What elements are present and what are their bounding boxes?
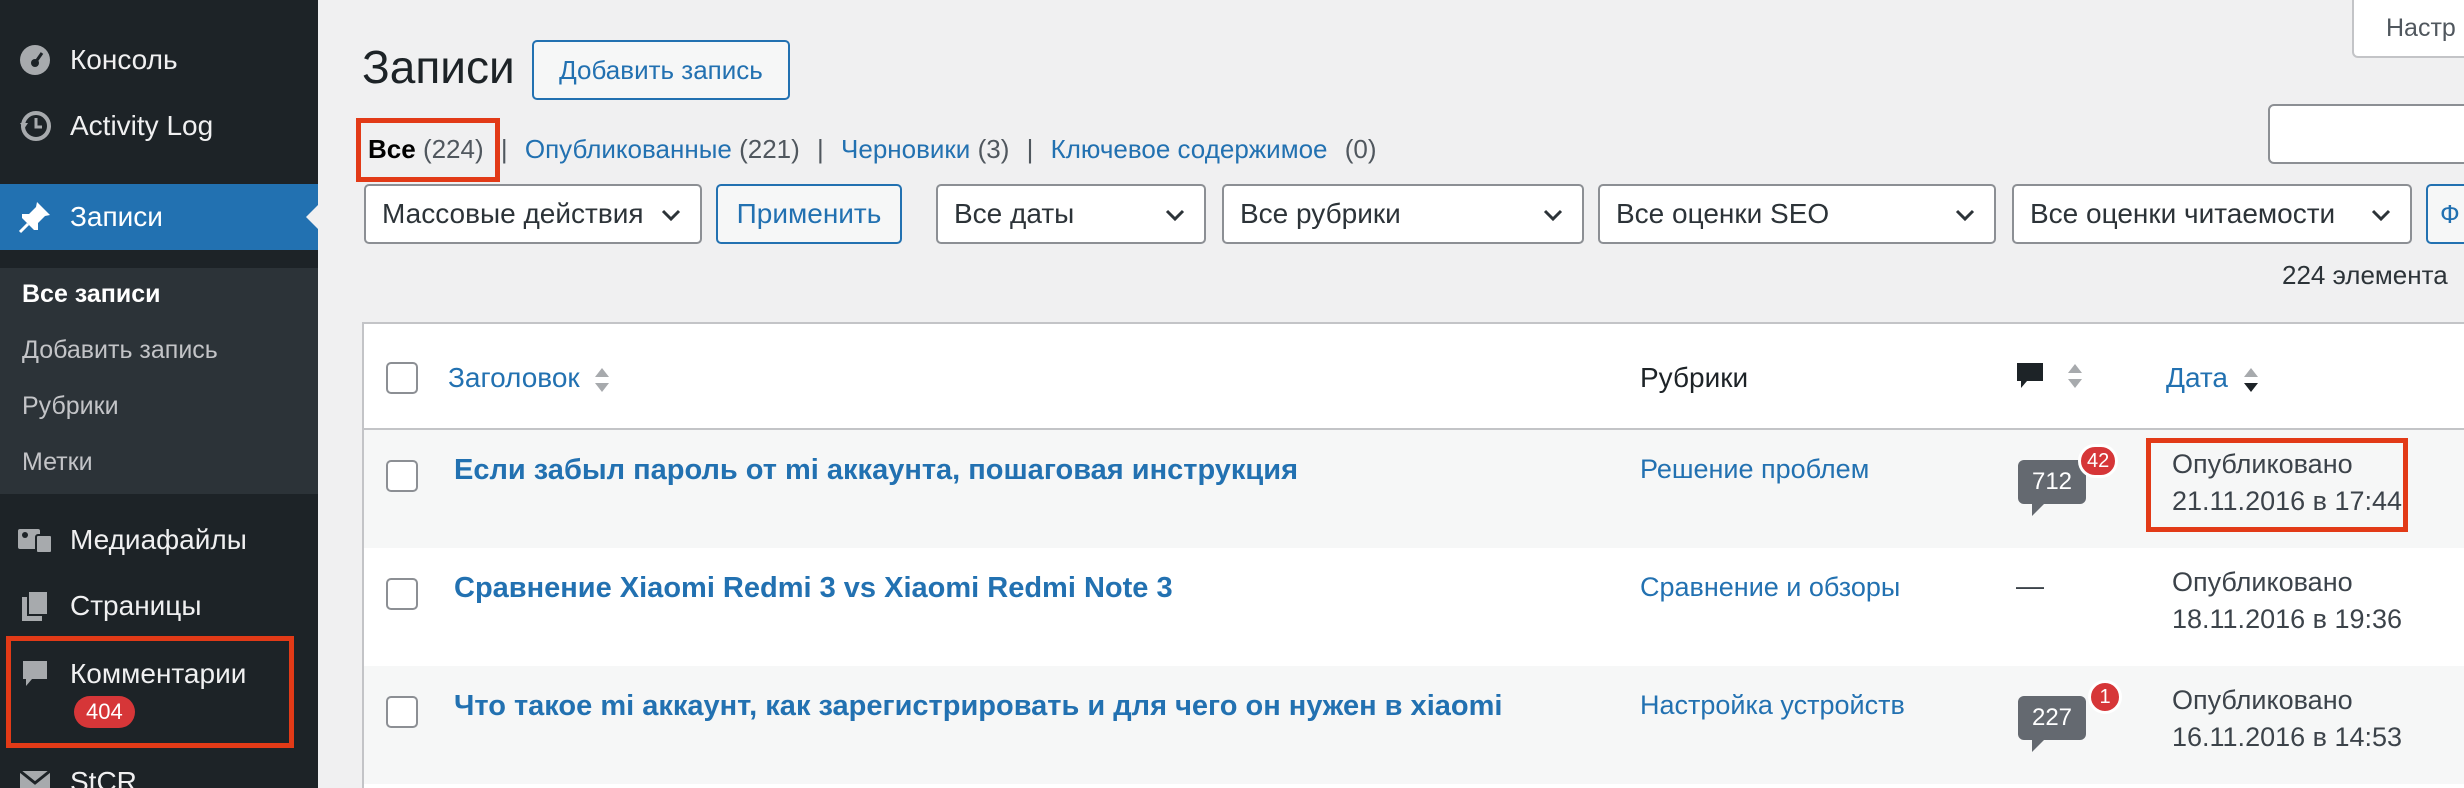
pages-icon <box>16 587 54 625</box>
sidebar-item-label: Медиафайлы <box>70 524 247 555</box>
bulk-actions-value: Массовые действия <box>382 198 644 229</box>
post-status: Опубликовано <box>2172 567 2353 597</box>
row-checkbox[interactable] <box>386 578 418 610</box>
add-post-button[interactable]: Добавить запись <box>532 40 790 100</box>
media-icon <box>16 521 54 559</box>
submenu-add-post[interactable]: Добавить запись <box>22 336 218 365</box>
status-drafts-count: (3) <box>977 134 1010 164</box>
status-published-link[interactable]: Опубликованные <box>525 134 732 164</box>
highlight-comments-menu <box>6 636 294 748</box>
row-checkbox[interactable] <box>386 696 418 728</box>
filter-button[interactable]: Ф <box>2426 184 2464 244</box>
post-category-link[interactable]: Настройка устройств <box>1640 690 1905 721</box>
sidebar-item-label: Activity Log <box>70 110 214 141</box>
dates-select[interactable]: Все даты <box>936 184 1206 244</box>
status-drafts-link[interactable]: Черновики <box>841 134 970 164</box>
column-title-sort[interactable]: Заголовок <box>448 362 611 395</box>
post-title-link[interactable]: Сравнение Xiaomi Redmi 3 vs Xiaomi Redmi… <box>454 572 1173 605</box>
comment-icon <box>2017 362 2043 388</box>
chevron-down-icon <box>1165 209 1185 222</box>
chevron-down-icon <box>1543 209 1563 222</box>
readability-value: Все оценки читаемости <box>2030 198 2336 229</box>
pending-comments-badge[interactable]: 42 <box>2078 444 2119 478</box>
post-status: Опубликовано <box>2172 685 2353 715</box>
chevron-down-icon <box>1955 209 1975 222</box>
column-comments-sort[interactable] <box>2014 358 2084 392</box>
sort-desc-icon <box>2243 367 2258 392</box>
sidebar-item-label: Консоль <box>70 44 178 75</box>
table-row: Что такое mi аккаунт, как зарегистрирова… <box>364 666 2464 784</box>
items-count: 224 элемента <box>2282 260 2448 290</box>
sidebar-item-media[interactable]: Медиафайлы <box>0 518 318 562</box>
sort-icon <box>595 367 610 392</box>
submenu-categories[interactable]: Рубрики <box>22 392 119 421</box>
sidebar-item-dashboard[interactable]: Консоль <box>0 38 318 82</box>
post-title-link[interactable]: Что такое mi аккаунт, как зарегистрирова… <box>454 690 1502 723</box>
separator: | <box>500 134 508 164</box>
post-date: Опубликовано 18.11.2016 в 19:36 <box>2172 564 2402 638</box>
categories-value: Все рубрики <box>1240 198 1401 229</box>
column-categories: Рубрики <box>1640 362 1749 393</box>
post-status-filter: Все (224) | Опубликованные (221) | Черно… <box>368 134 1377 165</box>
sidebar-item-stcr[interactable]: StCR <box>0 760 318 788</box>
sidebar-item-label: Записи <box>70 201 163 232</box>
search-input[interactable] <box>2268 104 2464 164</box>
separator: | <box>817 134 824 164</box>
sidebar-item-label: Страницы <box>70 590 202 621</box>
posts-submenu: Все записи Добавить запись Рубрики Метки <box>0 268 318 494</box>
sidebar-item-activity-log[interactable]: Activity Log <box>0 104 318 148</box>
column-date-sort[interactable]: Дата <box>2166 362 2260 395</box>
no-comments: — <box>2016 570 2044 601</box>
apply-button[interactable]: Применить <box>716 184 902 244</box>
status-published-count: (221) <box>739 134 800 164</box>
dashboard-icon <box>16 41 54 79</box>
readability-select[interactable]: Все оценки читаемости <box>2012 184 2412 244</box>
approved-comments-bubble[interactable]: 227 <box>2018 696 2086 752</box>
sidebar-item-pages[interactable]: Страницы <box>0 584 318 628</box>
mail-icon <box>16 763 54 788</box>
post-date-value: 18.11.2016 в 19:36 <box>2172 604 2403 634</box>
highlight-all-filter <box>356 118 500 182</box>
highlight-date-cell <box>2146 438 2408 532</box>
seo-score-value: Все оценки SEO <box>1616 198 1830 229</box>
dates-value: Все даты <box>954 198 1075 229</box>
posts-table: Заголовок Рубрики Дата Если забыл пароль… <box>362 322 2464 788</box>
post-category-link[interactable]: Решение проблем <box>1640 454 1869 485</box>
history-icon <box>16 107 54 145</box>
chevron-down-icon <box>2371 209 2391 222</box>
sidebar-item-posts[interactable]: Записи <box>0 184 318 250</box>
pin-icon <box>16 198 54 236</box>
screen-options-button[interactable]: Настр <box>2352 0 2464 58</box>
submenu-all-posts[interactable]: Все записи <box>22 280 161 309</box>
bulk-actions-select[interactable]: Массовые действия <box>364 184 702 244</box>
post-date: Опубликовано 16.11.2016 в 14:53 <box>2172 682 2402 756</box>
row-checkbox[interactable] <box>386 460 418 492</box>
seo-score-select[interactable]: Все оценки SEO <box>1598 184 1996 244</box>
chevron-down-icon <box>661 209 681 222</box>
post-date-value: 16.11.2016 в 14:53 <box>2172 722 2403 752</box>
separator: | <box>1026 134 1034 164</box>
sort-icon <box>2067 363 2082 388</box>
column-date-label: Дата <box>2166 362 2229 393</box>
status-cornerstone-link[interactable]: Ключевое содержимое <box>1051 134 1328 164</box>
status-cornerstone-count: (0) <box>1344 134 1377 164</box>
page-title: Записи <box>362 41 515 93</box>
approved-comments-bubble[interactable]: 712 <box>2018 460 2086 516</box>
sidebar-item-label: StCR <box>70 766 137 788</box>
submenu-tags[interactable]: Метки <box>22 448 93 477</box>
table-header: Заголовок Рубрики Дата <box>364 324 2464 430</box>
column-title-label: Заголовок <box>448 362 580 393</box>
table-row: Сравнение Xiaomi Redmi 3 vs Xiaomi Redmi… <box>364 548 2464 666</box>
pending-comments-badge[interactable]: 1 <box>2088 680 2122 714</box>
post-category-link[interactable]: Сравнение и обзоры <box>1640 572 1900 603</box>
categories-select[interactable]: Все рубрики <box>1222 184 1584 244</box>
select-all-checkbox[interactable] <box>386 362 418 394</box>
post-title-link[interactable]: Если забыл пароль от mi аккаунта, пошаго… <box>454 454 1298 487</box>
